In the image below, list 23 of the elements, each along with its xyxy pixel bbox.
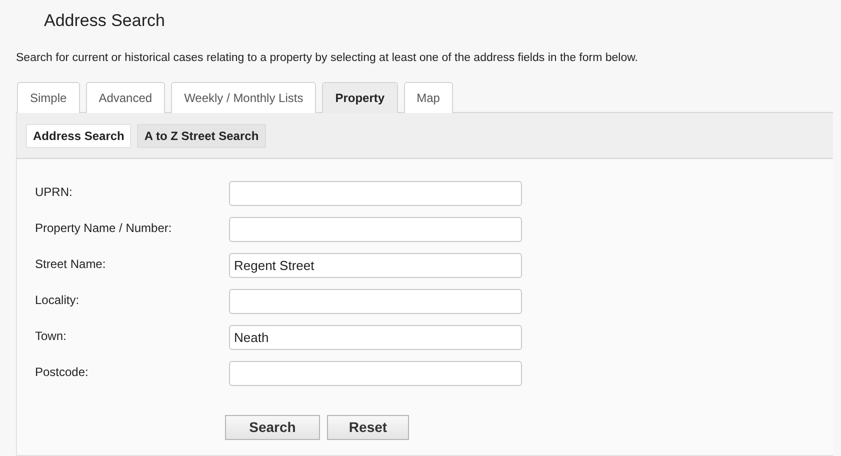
subtab[interactable]: Address Search — [26, 124, 132, 148]
field-label: Locality: — [35, 292, 80, 307]
tab[interactable]: Simple — [17, 82, 80, 113]
search-button[interactable]: Search — [225, 415, 320, 440]
input-field[interactable] — [229, 289, 522, 314]
reset-button[interactable]: Reset — [327, 415, 409, 440]
input-field[interactable] — [229, 361, 522, 386]
field-label: Postcode: — [35, 364, 90, 379]
field-label: Town: — [35, 328, 68, 343]
input-field[interactable] — [229, 217, 522, 242]
tab[interactable]: Weekly / Monthly Lists — [171, 82, 316, 113]
field-label: UPRN: — [35, 184, 74, 199]
input-field[interactable]: Regent Street — [229, 253, 522, 278]
input-field[interactable] — [229, 181, 522, 206]
tab[interactable]: Advanced — [86, 82, 166, 113]
tab[interactable]: Map — [404, 82, 453, 113]
input-field[interactable]: Neath — [229, 325, 522, 350]
subtab[interactable]: A to Z Street Search — [137, 124, 266, 148]
tab[interactable]: Property — [322, 82, 398, 113]
field-label: Street Name: — [35, 256, 107, 271]
field-label: Property Name / Number: — [35, 220, 173, 235]
page-description: Search for current or historical cases relating to a property by selecting at least one of the address fields in the form below. — [16, 51, 638, 65]
page-title: Address Search — [43, 10, 165, 32]
